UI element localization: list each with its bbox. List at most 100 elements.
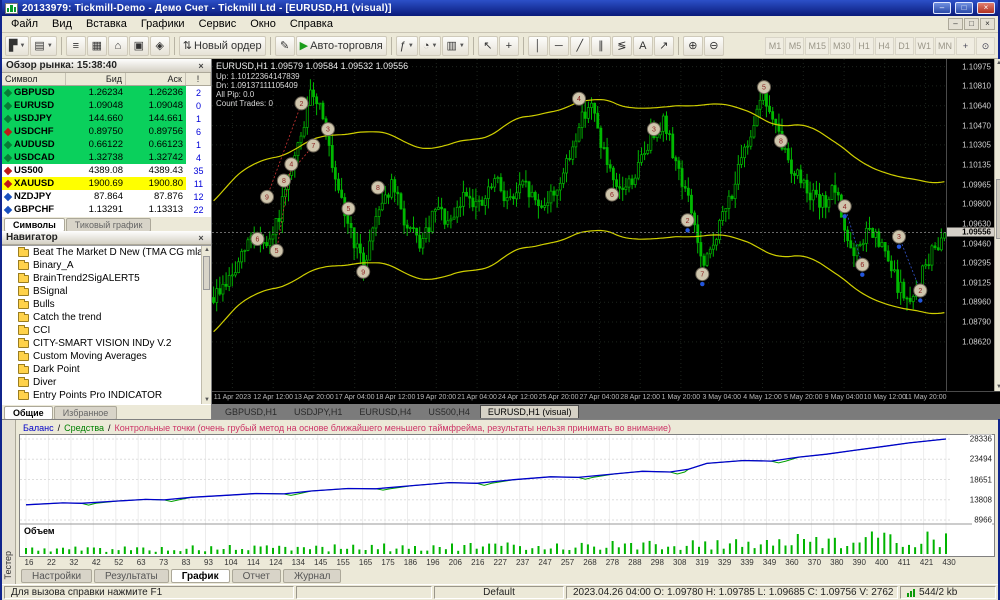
chart-tab-1[interactable]: USDJPY,H1 (287, 406, 349, 418)
menu-item-1[interactable]: Вид (45, 17, 79, 31)
tester-tab-1[interactable]: Результаты (94, 569, 169, 583)
balance-chart[interactable] (20, 435, 994, 556)
child-restore-button[interactable]: □ (964, 18, 979, 30)
market-watch-button[interactable]: ≡ (65, 35, 86, 56)
chart-vertical-scrollbar[interactable]: ▲ ▼ (994, 59, 1000, 391)
menu-item-0[interactable]: Файл (4, 17, 45, 31)
market-watch-tab-1[interactable]: Тиковый график (65, 217, 152, 232)
title-bar[interactable]: 20133979: Tickmill-Demo - Демо Счет - Ti… (2, 0, 998, 16)
chart-tab-2[interactable]: EURUSD,H4 (352, 406, 418, 418)
timeframe-w1-button[interactable]: W1 (914, 36, 934, 55)
chart-tab-3[interactable]: US500,H4 (421, 406, 477, 418)
text-button[interactable]: A (632, 35, 653, 56)
navigator-item-10[interactable]: Diver (2, 376, 211, 389)
market-watch-row-usdcad[interactable]: USDCAD 1.32738 1.32742 4 (2, 151, 211, 164)
navigator-item-8[interactable]: Custom Moving Averages (2, 350, 211, 363)
scrollbar-thumb[interactable] (203, 256, 210, 290)
chart-tab-4[interactable]: EURUSD,H1 (visual) (479, 405, 580, 418)
search-button[interactable]: ⊙ (976, 36, 995, 55)
chart-plot-area[interactable]: EURUSD,H1 1.09579 1.09584 1.09532 1.0955… (212, 59, 946, 391)
market-watch-row-eurusd[interactable]: EURUSD 1.09048 1.09048 0 (2, 99, 211, 112)
data-window-button[interactable]: ▦ (86, 35, 107, 56)
chart-tab-0[interactable]: GBPUSD,H1 (218, 406, 284, 418)
navigator-item-3[interactable]: BSignal (2, 285, 211, 298)
profiles-button[interactable]: ▤ ▼ (30, 35, 57, 56)
time-axis[interactable]: 11 Apr 2023 12 Apr 12:00 13 Apr 20:00 17 Ap… (212, 391, 1000, 404)
navigator-titlebar[interactable]: Навигатор × (2, 231, 211, 245)
child-minimize-button[interactable]: – (948, 18, 963, 30)
navigator-item-4[interactable]: Bulls (2, 298, 211, 311)
navigator-item-7[interactable]: CITY-SMART VISION INDy V.2 (2, 337, 211, 350)
trendline-button[interactable]: ╱ (569, 35, 590, 56)
crosshair-button[interactable]: + (498, 35, 519, 56)
market-watch-row-gbpusd[interactable]: GBPUSD 1.26234 1.26236 2 (2, 86, 211, 99)
menu-item-4[interactable]: Сервис (192, 17, 244, 31)
maximize-button[interactable]: □ (955, 2, 973, 14)
new-order-button[interactable]: ⇅ Новый ордер (178, 35, 266, 56)
navigator-scrollbar[interactable]: ▲ ▼ (201, 246, 211, 404)
horizontal-line-button[interactable]: ─ (548, 35, 569, 56)
navigator-item-2[interactable]: BrainTrend2SigALERT5 (2, 272, 211, 285)
indicators-button[interactable]: ƒ ▼ (395, 35, 418, 56)
scroll-up-icon[interactable]: ▲ (996, 60, 1000, 66)
navigator-item-11[interactable]: Entry Points Pro INDICATOR (2, 389, 211, 402)
column-ask[interactable]: Аск (126, 73, 186, 85)
column-bid[interactable]: Бид (66, 73, 126, 85)
market-watch-row-audusd[interactable]: AUDUSD 0.66122 0.66123 1 (2, 138, 211, 151)
timeframe-mn-button[interactable]: MN (935, 36, 955, 55)
column-symbol[interactable]: Символ (2, 73, 66, 85)
close-button[interactable]: × (977, 2, 995, 14)
menu-item-2[interactable]: Вставка (79, 17, 134, 31)
metaeditor-button[interactable]: ✎ (274, 35, 295, 56)
minimize-button[interactable]: – (933, 2, 951, 14)
navigator-tab-1[interactable]: Избранное (53, 405, 118, 420)
timeframe-m15-button[interactable]: M15 (805, 36, 829, 55)
menu-item-6[interactable]: Справка (283, 17, 340, 31)
scrollbar-thumb[interactable] (996, 179, 1000, 239)
navigator-tab-0[interactable]: Общие (4, 405, 53, 420)
fibonacci-button[interactable]: ≶ (611, 35, 632, 56)
add-element-button[interactable]: + (956, 36, 975, 55)
price-axis[interactable]: 1.10975 1.10810 1.10640 1.10470 1.10305 1.101… (946, 59, 994, 391)
scroll-down-icon[interactable]: ▼ (996, 384, 1000, 390)
balance-graph-box[interactable]: 28336 23494 18651 13808 8966 Объем (19, 434, 995, 557)
timeframe-h1-button[interactable]: H1 (854, 36, 874, 55)
close-icon[interactable]: × (195, 233, 207, 243)
navigator-item-5[interactable]: Catch the trend (2, 311, 211, 324)
market-watch-row-gbpchf[interactable]: GBPCHF 1.13291 1.13313 22 (2, 203, 211, 216)
market-watch-row-us500[interactable]: US500 4389.08 4389.43 35 (2, 164, 211, 177)
zoom-out-button[interactable]: ⊖ (703, 35, 724, 56)
timeframe-m5-button[interactable]: M5 (785, 36, 805, 55)
navigator-item-1[interactable]: Binary_A (2, 259, 211, 272)
vertical-line-button[interactable]: │ (527, 35, 548, 56)
market-watch-column-headers[interactable]: Символ Бид Аск ! (2, 73, 211, 86)
close-icon[interactable]: × (195, 61, 207, 71)
tester-tab-2[interactable]: График (170, 569, 230, 583)
cursor-button[interactable]: ↖ (477, 35, 498, 56)
market-watch-row-xauusd[interactable]: XAUUSD 1900.69 1900.80 11 (2, 177, 211, 190)
scroll-down-icon[interactable]: ▼ (204, 397, 210, 403)
timeframe-m30-button[interactable]: M30 (829, 36, 854, 55)
scroll-up-icon[interactable]: ▲ (204, 247, 210, 253)
tester-tab-3[interactable]: Отчет (231, 569, 281, 583)
menu-item-3[interactable]: Графики (134, 17, 192, 31)
new-chart-button[interactable]: ▛ ▼ (5, 35, 30, 56)
timeframe-d1-button[interactable]: D1 (894, 36, 914, 55)
market-watch-row-nzdjpy[interactable]: NZDJPY 87.864 87.876 12 (2, 190, 211, 203)
templates-button[interactable]: ▥ ▼ (442, 35, 469, 56)
market-watch-row-usdchf[interactable]: USDCHF 0.89750 0.89756 6 (2, 125, 211, 138)
column-spread[interactable]: ! (186, 73, 211, 85)
terminal-button[interactable]: ▣ (128, 35, 149, 56)
strategy-tester-button[interactable]: ◈ (149, 35, 170, 56)
navigator-item-9[interactable]: Dark Point (2, 363, 211, 376)
status-profile[interactable]: Default (434, 586, 564, 599)
market-watch-row-usdjpy[interactable]: USDJPY 144.660 144.661 1 (2, 112, 211, 125)
arrows-button[interactable]: ↗ (653, 35, 674, 56)
tester-side-strip[interactable]: Тестер (2, 420, 16, 584)
navigator-item-0[interactable]: Beat The Market D New (TMA CG mlad (2, 246, 211, 259)
periods-button[interactable]: ◔ ▼ (418, 35, 442, 56)
menu-item-5[interactable]: Окно (243, 17, 283, 31)
navigator-button[interactable]: ⌂ (107, 35, 128, 56)
price-chart[interactable]: 6 9 5 8 4 2 7 3 5 9 8 4 6 3 2 7 5 8 4 6 3 2 (212, 59, 946, 391)
timeframe-h4-button[interactable]: H4 (874, 36, 894, 55)
